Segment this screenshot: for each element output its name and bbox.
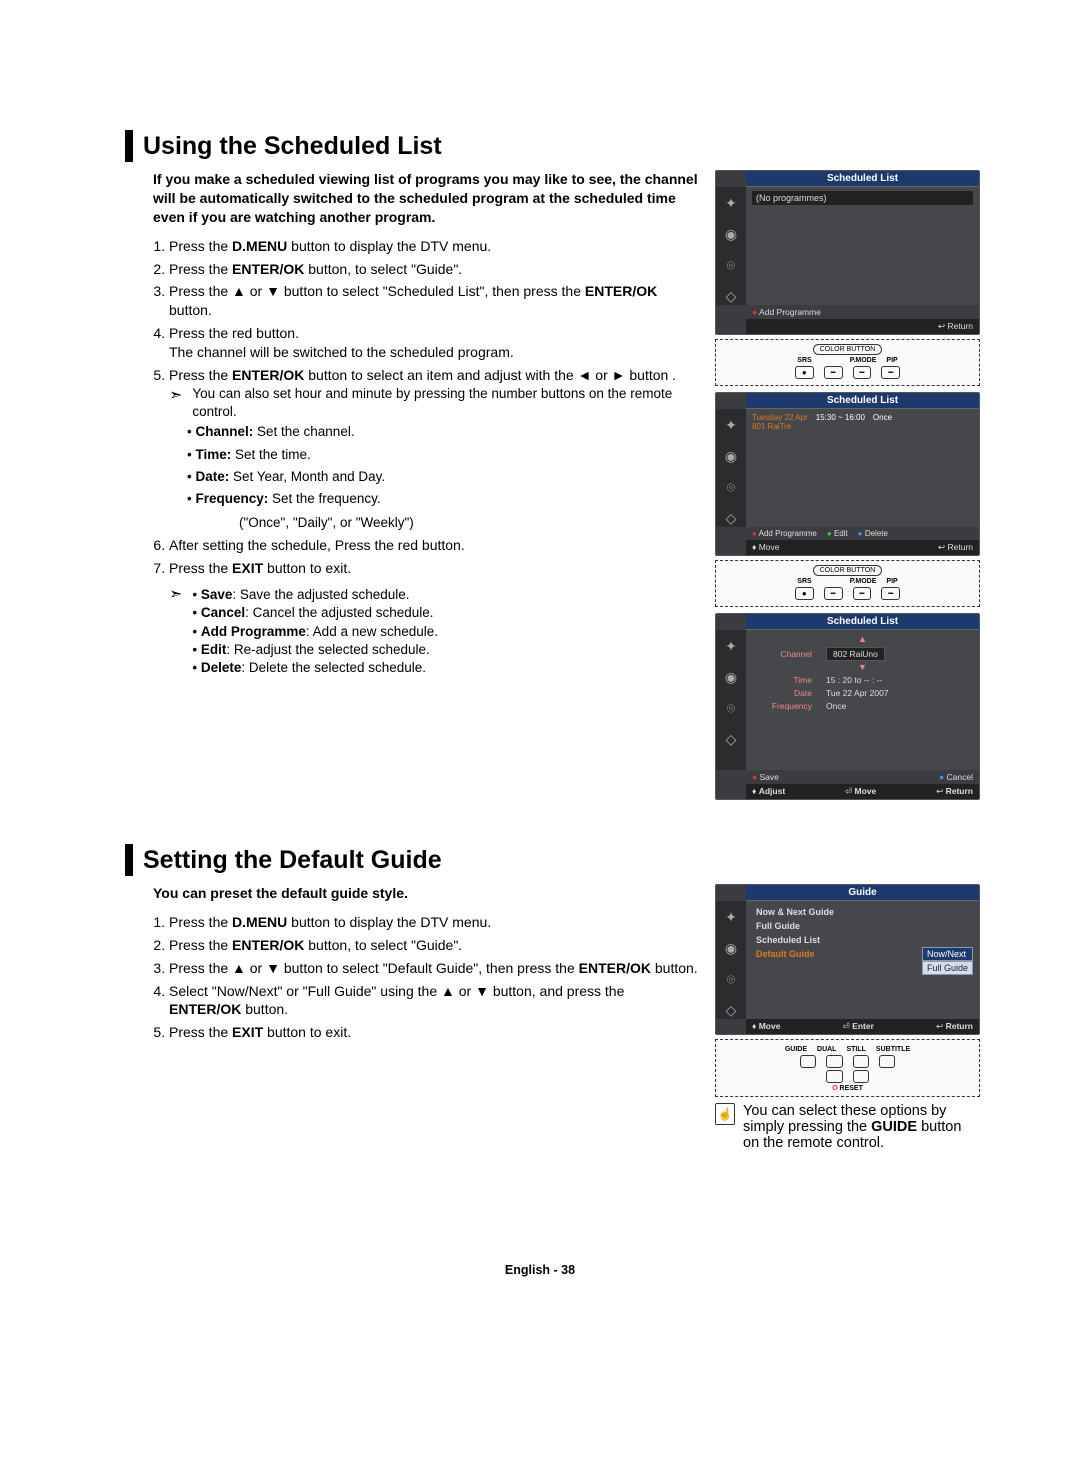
tv-screenshot-3: Scheduled List ✦◉⌾◇ ▲ Channel802 RaiUno … [715,613,980,800]
step-2: Press the ENTER/OK button, to select "Gu… [169,260,699,279]
step-6: After setting the schedule, Press the re… [169,536,699,555]
options-list: Save: Save the adjusted schedule. Cancel… [192,586,438,677]
section-default-guide: Setting the Default Guide You can preset… [125,844,980,1151]
remote-diagram-3: GUIDE DUAL STILL SUBTITLE O RESET [715,1039,980,1097]
note-text: You can also set hour and minute by pres… [192,385,699,421]
intro-text: You can preset the default guide style. [153,884,699,903]
note-arrow-icon: ➣ [169,584,182,683]
tv-screenshot-1: Scheduled List ✦◉⌾◇ (No programmes) ● Ad… [715,170,980,335]
step-3: Press the ▲ or ▼ button to select "Sched… [169,282,699,320]
step-7: Press the EXIT button to exit. [169,559,699,578]
section-scheduled-list: Using the Scheduled List If you make a s… [125,130,980,804]
step-5: Press the ENTER/OK button to select an i… [169,366,699,532]
note-arrow-icon: ➣ [169,385,182,421]
step-4: Press the red button.The channel will be… [169,324,699,362]
steps-list: Press the D.MENU button to display the D… [125,237,699,579]
title-bar-icon [125,130,133,162]
tv-screenshot-guide: Guide ✦◉⌾◇ Now & Next Guide Full Guide S… [715,884,980,1035]
intro-text: If you make a scheduled viewing list of … [153,170,699,227]
step-1: Press the D.MENU button to display the D… [169,237,699,256]
page-number: English - 38 [0,1263,1080,1277]
remote-diagram-1: COLOR BUTTON SRSP.MODEPIP ●━━━ [715,339,980,386]
section-title: Using the Scheduled List [143,132,442,161]
section-title: Setting the Default Guide [143,846,442,875]
tv-screenshot-2: Scheduled List ✦◉⌾◇ Tuesday 22 Apr 15:30… [715,392,980,556]
steps-list: Press the D.MENU button to display the D… [125,913,699,1042]
hand-icon: ☝ [715,1103,735,1125]
remote-diagram-2: COLOR BUTTON SRSP.MODEPIP ●━━━ [715,560,980,607]
title-bar-icon [125,844,133,876]
tip-note: ☝ You can select these options by simply… [715,1103,980,1151]
